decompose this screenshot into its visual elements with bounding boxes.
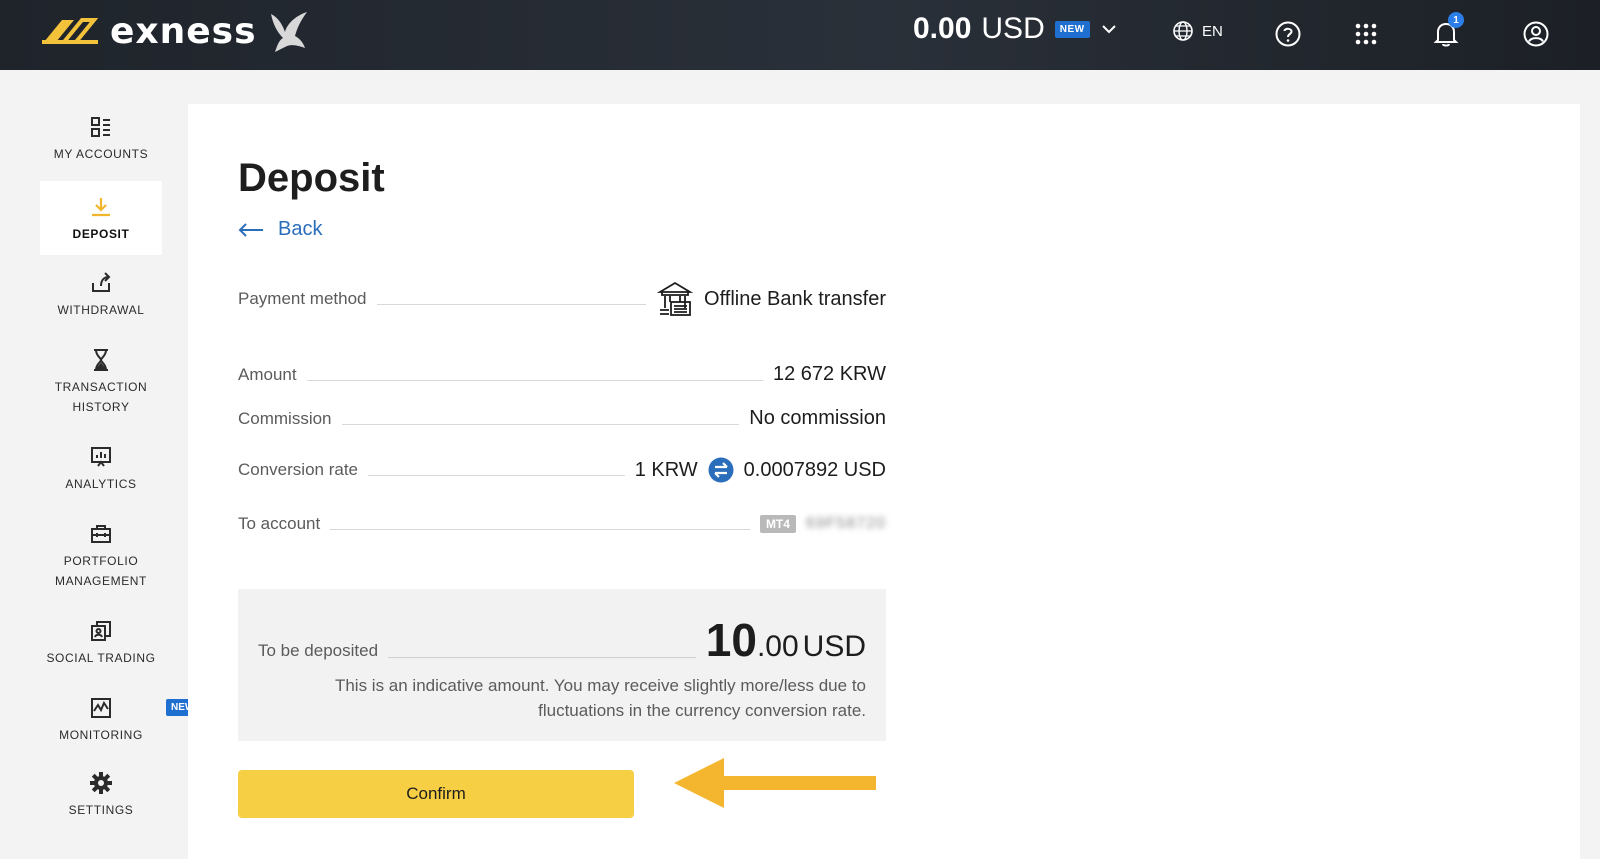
platform-badge: MT4 <box>759 515 796 533</box>
notification-count-badge: 1 <box>1448 12 1464 28</box>
dove-icon <box>270 12 307 52</box>
sidebar-item-label: MY ACCOUNTS <box>53 147 149 161</box>
download-icon <box>92 198 110 217</box>
sidebar-item-label: PORTFOLIO MANAGEMENT <box>54 554 147 588</box>
brand-logo[interactable]: exness <box>40 6 313 56</box>
monitor-chart-icon <box>91 698 111 718</box>
arrow-left-icon <box>238 222 263 237</box>
sidebar-item-my-accounts[interactable]: MY ACCOUNTS <box>40 112 162 164</box>
sidebar-item-label: SOCIAL TRADING <box>46 651 156 665</box>
deposit-currency: USD <box>802 630 866 663</box>
profile-button[interactable] <box>1518 16 1554 52</box>
amount-value: 12 672 KRW <box>772 363 886 385</box>
analytics-icon <box>91 447 111 467</box>
deposit-amount: 10.00 USD <box>706 613 866 667</box>
deposit-summary-box: To be deposited 10.00 USD This is an indi… <box>238 589 886 741</box>
amount-row: Amount 12 672 KRW <box>238 363 886 386</box>
payment-method-value-group: Offline Bank transfer <box>656 280 886 318</box>
conversion-from: 1 KRW <box>634 458 698 481</box>
sidebar-item-label: DEPOSIT <box>72 227 130 241</box>
sidebar-item-analytics[interactable]: ANALYTICS <box>40 442 162 494</box>
social-copy-icon <box>91 621 111 641</box>
to-account-row: To account MT4 69F58720 <box>238 514 886 534</box>
sidebar-item-label: MONITORING <box>59 728 143 742</box>
upload-share-icon <box>92 272 111 292</box>
chevron-down-icon <box>1101 25 1116 34</box>
apps-button[interactable] <box>1348 16 1384 52</box>
balance-currency: USD <box>981 12 1045 45</box>
sidebar-item-withdrawal[interactable]: WITHDRAWAL <box>40 268 162 320</box>
commission-row: Commission No commission <box>238 407 886 430</box>
brand-name: exness <box>110 10 257 52</box>
apps-grid-icon <box>1355 23 1377 45</box>
sidebar-item-label: WITHDRAWAL <box>57 303 145 317</box>
page-title: Deposit <box>238 156 385 200</box>
deposit-amount-integer: 10 <box>705 614 757 666</box>
conversion-to: 0.0007892 USD <box>743 458 886 481</box>
leader-line <box>368 464 625 476</box>
conversion-rate-row: Conversion rate 1 KRW 0.0007892 USD <box>238 457 886 483</box>
sidebar-item-transaction-history[interactable]: TRANSACTION HISTORY <box>40 345 162 417</box>
sidebar-item-social-trading[interactable]: SOCIAL TRADING <box>40 616 162 668</box>
deposit-amount-decimal: .00 <box>756 630 799 663</box>
to-account-label: To account <box>238 514 321 533</box>
notifications-button[interactable]: 1 <box>1428 12 1464 52</box>
payment-method-label: Payment method <box>238 289 367 308</box>
sidebar-item-label: TRANSACTION HISTORY <box>54 380 148 414</box>
top-bar: exness 0.00 USD NEW EN 1 <box>0 0 1600 70</box>
language-selector[interactable]: EN <box>1172 20 1223 42</box>
gear-icon <box>90 772 112 794</box>
leader-line <box>388 657 696 658</box>
to-account-value-group: MT4 69F58720 <box>759 515 886 533</box>
hourglass-icon <box>94 349 108 371</box>
globe-icon <box>1173 21 1193 41</box>
sidebar-item-label: ANALYTICS <box>65 477 137 491</box>
payment-method-value: Offline Bank transfer <box>704 287 886 310</box>
user-icon <box>1523 21 1549 47</box>
sidebar-item-label: SETTINGS <box>68 803 134 817</box>
to-be-deposited-row: To be deposited 10.00 USD <box>258 613 866 667</box>
amount-label: Amount <box>238 364 297 384</box>
balance-selector[interactable]: 0.00 USD NEW <box>913 12 1118 46</box>
conversion-rate-value-group: 1 KRW 0.0007892 USD <box>635 457 886 483</box>
help-icon <box>1275 21 1301 47</box>
leader-line <box>341 413 740 425</box>
conversion-rate-label: Conversion rate <box>238 460 359 479</box>
to-be-deposited-label: To be deposited <box>258 641 379 660</box>
sidebar-item-monitoring[interactable]: NEW MONITORING <box>40 693 200 745</box>
leader-line <box>376 293 647 305</box>
help-button[interactable] <box>1270 16 1306 52</box>
sidebar-item-deposit[interactable]: DEPOSIT <box>40 181 162 255</box>
exchange-icon <box>708 457 734 483</box>
deposit-panel: Deposit Back Payment method Offline Bank… <box>188 104 1580 859</box>
sidebar-item-settings[interactable]: SETTINGS <box>40 768 162 820</box>
dashboard-icon <box>91 117 110 137</box>
back-label: Back <box>278 218 323 240</box>
balance-amount: 0.00 <box>913 12 972 45</box>
commission-label: Commission <box>238 408 332 428</box>
commission-value: No commission <box>749 407 886 429</box>
indicative-amount-note: This is an indicative amount. You may re… <box>334 676 866 720</box>
briefcase-icon <box>91 525 111 543</box>
account-number-blurred: 69F58720 <box>805 515 886 532</box>
confirm-button[interactable]: Confirm <box>238 770 634 818</box>
back-link[interactable]: Back <box>238 218 322 241</box>
bank-icon <box>656 281 694 316</box>
sidebar-item-portfolio-management[interactable]: PORTFOLIO MANAGEMENT <box>40 519 162 591</box>
leader-line <box>306 369 763 381</box>
pointer-arrow-icon <box>674 758 876 808</box>
exness-logo-icon <box>42 18 99 44</box>
new-badge: NEW <box>1054 20 1090 38</box>
leader-line <box>330 518 750 530</box>
payment-method-row: Payment method Offline Bank transfer <box>238 280 886 318</box>
language-label: EN <box>1202 22 1223 40</box>
